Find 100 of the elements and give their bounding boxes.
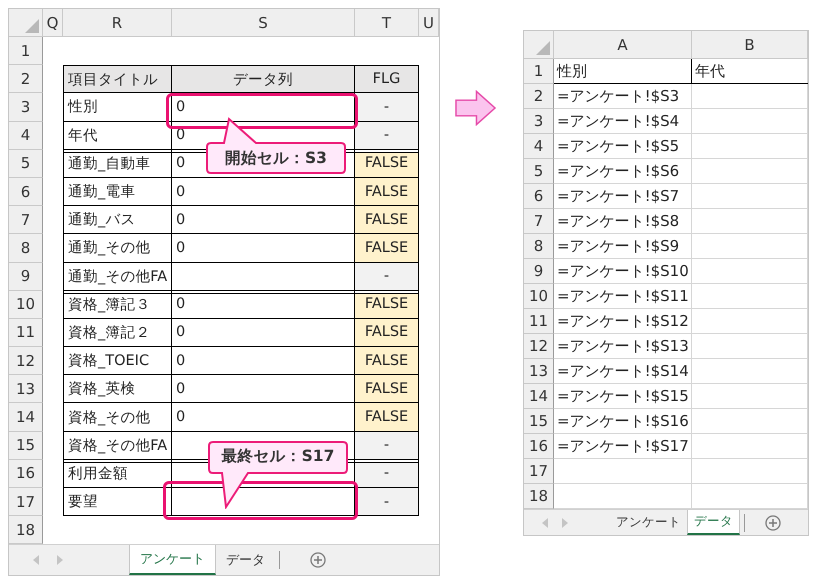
column-header[interactable]: B [692,31,808,59]
table-cell: FALSE [355,206,419,234]
table-cell-text: =アンケート!$S14 [556,361,690,382]
callout: 最終セル：S17 [208,441,348,509]
row-header[interactable]: 2 [524,84,554,109]
table-cell: - [355,460,419,488]
table-cell-text: =アンケート!$S17 [556,436,690,457]
callout: 開始セル：S3 [206,117,346,175]
table-cell: - [355,122,419,150]
row-header[interactable]: 8 [9,234,43,262]
table-cell-text: =アンケート!$S11 [556,286,690,307]
select-all-icon[interactable] [536,41,550,55]
table-cell: 0 [172,347,355,376]
column-header[interactable]: U [419,9,439,37]
table-cell: FALSE [355,375,419,404]
row-header[interactable]: 8 [524,234,554,259]
table-cell-text: =アンケート!$S7 [556,186,680,207]
sheet-tab[interactable]: データ [687,510,740,535]
row-header[interactable]: 11 [524,309,554,334]
row-header[interactable]: 4 [9,122,43,150]
row-header[interactable]: 15 [524,409,554,434]
row-header[interactable]: 5 [524,159,554,184]
sheet-tab[interactable]: アンケート [129,545,216,575]
table-cell: - [355,262,419,291]
row-header[interactable]: 12 [9,347,43,376]
table-cell: 資格_TOEIC [63,347,172,376]
row-header[interactable]: 5 [9,150,43,178]
row-header[interactable]: 14 [524,384,554,409]
table-cell: FALSE [355,318,419,348]
row-header[interactable]: 6 [9,178,43,206]
row-header[interactable]: 9 [9,262,43,291]
scroll-left-icon[interactable] [542,518,548,528]
scroll-right-icon[interactable] [57,555,63,566]
add-sheet-icon[interactable] [310,552,326,568]
column-header[interactable]: Q [43,9,63,37]
row-header[interactable]: 16 [524,434,554,459]
table-cell-text: =アンケート!$S8 [556,211,680,232]
scroll-left-icon[interactable] [33,555,39,566]
table-cell: 年代 [63,122,172,150]
arrow-icon [455,90,496,126]
column-header[interactable]: S [172,9,355,37]
table-cell: 通勤_電車 [63,178,172,206]
table-cell-text: =アンケート!$S15 [556,386,690,407]
table-cell-text: =アンケート!$S16 [556,411,690,432]
table-cell: 0 [172,178,355,206]
row-header[interactable]: 17 [9,488,43,516]
row-header[interactable]: 17 [524,459,554,484]
add-sheet-icon[interactable] [765,514,781,530]
table-cell: FALSE [355,403,419,432]
row-header[interactable]: 13 [524,359,554,384]
row-header[interactable]: 16 [9,460,43,488]
row-header[interactable]: 14 [9,403,43,432]
row-header[interactable]: 18 [524,484,554,509]
select-all-icon[interactable] [25,19,39,33]
table-cell: 通勤_バス [63,206,172,234]
scroll-right-icon[interactable] [562,518,568,528]
column-header[interactable]: A [554,31,692,59]
row-header[interactable]: 1 [524,59,554,84]
table-cell: 資格_簿記３ [63,290,172,319]
table-cell: - [355,93,419,122]
sheet-tab[interactable]: データ [216,545,275,575]
table-cell: FALSE [355,150,419,178]
column-header[interactable]: T [355,9,419,37]
table-cell: 通勤_その他FA [63,262,172,291]
row-header[interactable]: 1 [9,37,43,66]
row-header[interactable]: 11 [9,318,43,348]
table-cell-text: =アンケート!$S6 [556,161,680,182]
sheet-tab[interactable]: アンケート [610,510,687,535]
table-cell: 0 [172,318,355,348]
row-header[interactable]: 2 [9,65,43,94]
table-header-cell: FLG [355,65,419,94]
table-cell: FALSE [355,347,419,376]
row-header[interactable]: 18 [9,516,43,544]
table-cell: 年代 [692,59,808,84]
table-cell: 資格_簿記２ [63,318,172,348]
table-cell: - [355,488,419,516]
table-cell: 通勤_その他 [63,234,172,262]
table-cell: FALSE [355,178,419,206]
row-header[interactable]: 7 [524,209,554,234]
table-cell: 性別 [63,93,172,122]
row-header[interactable]: 9 [524,259,554,284]
table-cell: 要望 [63,488,172,516]
row-header[interactable]: 10 [524,284,554,309]
table-cell-text: =アンケート!$S12 [556,311,690,332]
table-cell: 資格_その他 [63,403,172,432]
row-header[interactable]: 7 [9,206,43,234]
column-header[interactable]: R [63,9,172,37]
row-header[interactable]: 6 [524,184,554,209]
row-header[interactable]: 3 [524,109,554,134]
row-header[interactable]: 4 [524,134,554,159]
table-cell: 通勤_自動車 [63,150,172,178]
table-cell: 性別 [554,59,692,84]
row-header[interactable]: 10 [9,290,43,319]
row-header[interactable]: 13 [9,375,43,404]
table-cell: FALSE [355,234,419,262]
table-cell-text: =アンケート!$S5 [556,136,680,157]
row-header[interactable]: 15 [9,432,43,460]
row-header[interactable]: 3 [9,93,43,122]
row-header[interactable]: 12 [524,334,554,359]
table-cell-text: =アンケート!$S3 [556,86,680,107]
